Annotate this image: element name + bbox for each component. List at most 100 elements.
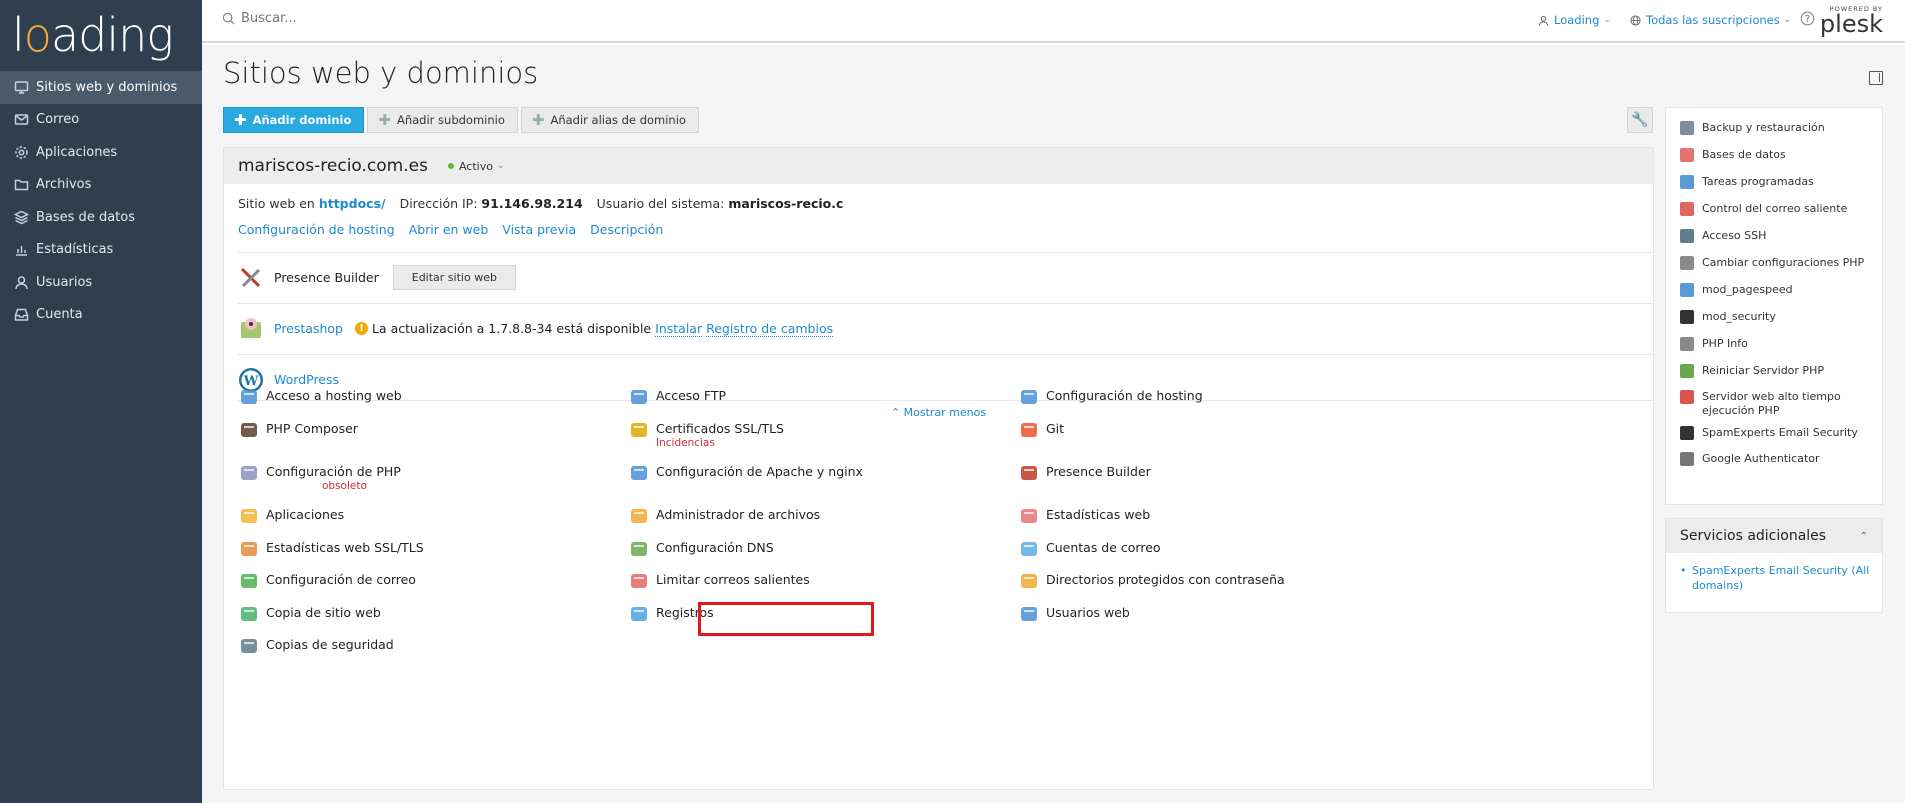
tool-label: Limitar correos salientes [656,572,810,587]
tool-copy[interactable]: Copia de sitio web [238,605,381,625]
tool-lock[interactable]: Certificados SSL/TLS Incidencias [628,419,784,449]
sidebar-item-label: Archivos [36,177,92,193]
php-info-icon [1680,337,1694,351]
panel-item-php-info[interactable]: PHP Info [1680,337,1875,351]
search-input[interactable] [241,11,541,26]
tool-dns-flag[interactable]: Configuración DNS [628,540,774,560]
tool-label: Directorios protegidos con contraseña [1046,572,1285,587]
panel-item-authenticator[interactable]: Google Authenticator [1680,452,1875,466]
status-badge[interactable]: Activo ⌄ [447,160,505,173]
panel-item-backup[interactable]: Backup y restauración [1680,121,1875,135]
panel-item-php-settings[interactable]: Cambiar configuraciones PHP [1680,256,1875,270]
panel-item-mail[interactable]: Control del correo saliente [1680,202,1875,216]
tool-warning-label[interactable]: Incidencias [656,437,715,449]
subscriptions-label: Todas las suscripciones [1646,13,1780,27]
tool-ftp[interactable]: Acceso FTP [628,388,726,408]
sidebar-item-archivos[interactable]: Archivos [0,169,202,202]
tool-label: Usuarios web [1046,605,1130,620]
prestashop-icon [238,316,264,342]
add-domain-alias-button[interactable]: ✚ Añadir alias de dominio [520,107,699,133]
composer-icon [238,419,260,441]
tool-label: Git [1046,421,1065,436]
sidebar-item-bases[interactable]: Bases de datos [0,201,202,234]
show-less-toggle[interactable]: ⌃ Mostrar menos [224,406,1653,419]
side-panel-toggle-icon[interactable] [1869,71,1883,85]
search-box[interactable] [222,11,541,26]
tool-label: Configuración de hosting [1046,388,1203,403]
changelog-link[interactable]: Registro de cambios [706,321,834,337]
logs-icon [628,603,650,625]
domain-info: Sitio web en httpdocs/ Dirección IP: 91.… [238,196,843,211]
additional-services-header[interactable]: Servicios adicionales ⌃ [1666,519,1882,553]
subscriptions-menu[interactable]: Todas las suscripciones ⌄ [1630,13,1791,27]
panel-item-pagespeed[interactable]: mod_pagespeed [1680,283,1875,297]
prestashop-link[interactable]: Prestashop [274,321,343,336]
sidebar-item-cuenta[interactable]: Cuenta [0,299,202,332]
tool-composer[interactable]: PHP Composer [238,421,358,441]
main-content: Sitios web y dominios ✚ Añadir dominio ✚ A… [202,45,1905,803]
panel-item-clock[interactable]: Servidor web alto tiempo ejecución PHP [1680,390,1875,418]
tool-stats-lock[interactable]: Estadísticas web SSL/TLS [238,540,424,560]
tool-globe-person[interactable]: Acceso a hosting web [238,388,402,408]
plus-icon: ✚ [234,111,247,129]
add-subdomain-button[interactable]: ✚ Añadir subdominio [367,107,518,133]
panel-item-label: Backup y restauración [1702,121,1825,134]
panel-item-spam[interactable]: SpamExperts Email Security [1680,426,1875,440]
hosting-settings-link[interactable]: Configuración de hosting [238,222,395,237]
panel-item-label: mod_pagespeed [1702,283,1793,296]
panel-item-terminal[interactable]: Acceso SSH [1680,229,1875,243]
preview-link[interactable]: Vista previa [502,222,576,237]
ftp-icon [628,386,650,408]
tool-stats[interactable]: Estadísticas web [1018,507,1150,527]
tool-gear[interactable]: Aplicaciones [238,507,344,527]
add-domain-button[interactable]: ✚ Añadir dominio [223,107,365,133]
sidebar-item-label: Cuenta [36,307,83,323]
tool-backup[interactable]: Copias de seguridad [238,637,394,657]
tool-mail-limit[interactable]: Limitar correos salientes [628,572,810,592]
additional-service-item[interactable]: SpamExperts Email Security (All domains) [1680,563,1882,593]
sidebar-item-usuarios[interactable]: Usuarios [0,266,202,299]
tool-php[interactable]: Configuración de PHP obsoleto [238,464,401,492]
presence-builder-name: Presence Builder [274,270,379,285]
tool-label: Certificados SSL/TLS [656,421,784,436]
brand-logo[interactable]: loading [12,8,174,64]
sidebar-item-sitios[interactable]: Sitios web y dominios [0,71,202,104]
tool-web-users[interactable]: Usuarios web [1018,605,1130,625]
sidebar-item-aplicaciones[interactable]: Aplicaciones [0,136,202,169]
globe-person-icon [238,386,260,408]
wordpress-link[interactable]: WordPress [274,372,339,387]
panel-item-database[interactable]: Bases de datos [1680,148,1875,162]
help-button[interactable]: ? [1800,11,1815,26]
tool-mail-settings[interactable]: Configuración de correo [238,572,416,592]
sidebar-item-correo[interactable]: Correo [0,104,202,137]
panel-item-calendar[interactable]: Tareas programadas [1680,175,1875,189]
install-link[interactable]: Instalar [655,321,703,337]
tool-mail[interactable]: Cuentas de correo [1018,540,1161,560]
mail-icon [1018,538,1040,560]
tool-warning-label[interactable]: obsoleto [322,480,367,492]
tool-folder[interactable]: Administrador de archivos [628,507,820,527]
user-menu[interactable]: Loading ⌄ [1538,13,1611,27]
lock-icon [628,419,650,441]
tools-icon [1018,462,1040,484]
tool-server[interactable]: Configuración de Apache y nginx [628,464,863,484]
tool-tools[interactable]: Presence Builder [1018,464,1151,484]
wrench-icon[interactable]: 🔧 [1627,107,1653,133]
domain-name[interactable]: mariscos-recio.com.es [238,156,428,176]
document-root-link[interactable]: httpdocs/ [319,196,386,211]
tool-label: Cuentas de correo [1046,540,1161,555]
tool-folder-lock[interactable]: Directorios protegidos con contraseña [1018,572,1285,592]
panel-item-restart[interactable]: Reiniciar Servidor PHP [1680,364,1875,378]
tool-hosting-settings[interactable]: Configuración de hosting [1018,388,1203,408]
open-in-web-link[interactable]: Abrir en web [409,222,489,237]
user-name: Loading [1554,13,1600,27]
panel-item-shield[interactable]: mod_security [1680,310,1875,324]
description-link[interactable]: Descripción [590,222,663,237]
backup-icon [1680,121,1694,135]
edit-website-button[interactable]: Editar sitio web [392,265,516,290]
tool-label: Estadísticas web [1046,507,1151,522]
sidebar-item-estadisticas[interactable]: Estadísticas [0,234,202,267]
user-icon [1538,15,1549,26]
hosting-settings-icon [1018,386,1040,408]
tool-git[interactable]: Git [1018,421,1064,441]
